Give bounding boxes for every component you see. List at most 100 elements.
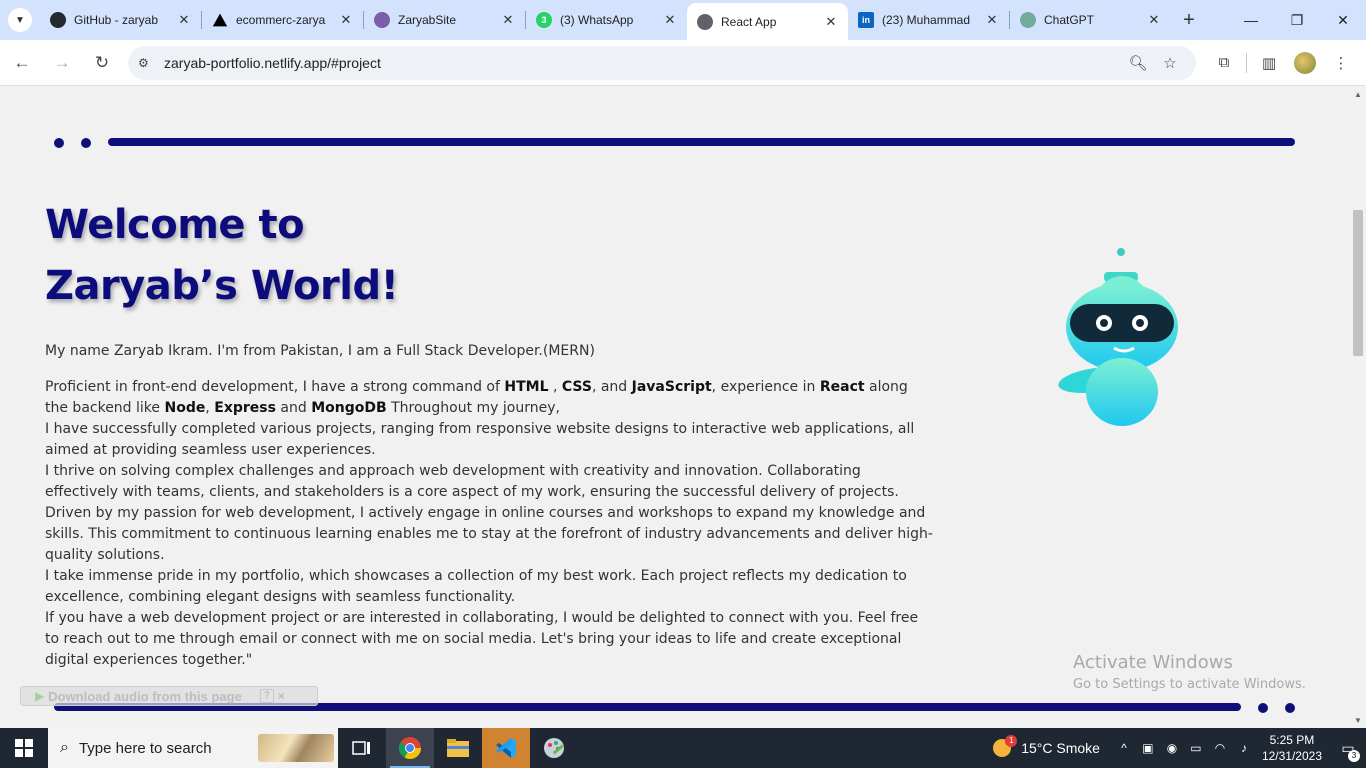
weather-widget[interactable]: 15°C Smoke [993,735,1100,757]
skill-html: HTML [504,379,549,395]
close-icon[interactable]: ✕ [983,11,1001,29]
netlify-icon [374,12,390,28]
notification-center-button[interactable]: ▭ 3 [1330,728,1366,768]
bio-text-segment: Proficient in front-end development, I h… [45,379,505,395]
paint-app-icon [544,738,564,758]
tab-github[interactable]: GitHub - zaryab ✕ [40,3,201,37]
tab-title: ecommerc-zarya [236,13,326,27]
search-icon: ⌕ [60,739,69,756]
site-info-icon[interactable]: ⚙ [138,56,160,70]
wifi-icon[interactable]: ◠ [1208,741,1232,755]
address-bar[interactable]: ⚙ zaryab-portfolio.netlify.app/#project … [128,45,1196,80]
bookmark-star-icon[interactable]: ☆ [1154,54,1186,72]
close-icon[interactable]: ✕ [1145,11,1163,29]
bio-text-segment: and [275,400,312,416]
notification-badge: 3 [1348,750,1360,762]
tab-title: ZaryabSite [398,13,457,27]
system-clock[interactable]: 5:25 PM 12/31/2023 [1262,732,1322,764]
window-controls: — ❐ ✕ [1228,0,1366,40]
taskbar-app-extra[interactable] [530,728,578,768]
download-audio-extension-bar[interactable]: ▶ Download audio from this page ? × [20,686,318,706]
zoom-icon[interactable]: 🔍︎ [1122,54,1154,72]
scroll-down-icon[interactable]: ▼ [1350,716,1366,725]
search-highlight-image [258,734,334,762]
close-icon[interactable]: ✕ [499,11,517,29]
bio-text: Proficient in front-end development, I h… [45,377,935,671]
back-button[interactable]: ← [4,45,40,81]
skill-mongodb: MongoDB [311,400,387,416]
bio-text-segment: , experience in [711,379,820,395]
skill-css: CSS [561,379,592,395]
task-view-button[interactable] [338,728,386,768]
side-panel-icon[interactable]: ▥ [1251,45,1287,81]
battery-icon[interactable]: ▭ [1184,741,1208,755]
meet-now-icon[interactable]: ▣ [1136,741,1160,755]
taskbar-search[interactable]: ⌕ Type here to search [48,728,338,768]
whatsapp-badge: 3 [541,15,547,25]
chevron-up-icon[interactable]: ^ [1112,741,1136,755]
tab-chatgpt[interactable]: ChatGPT ✕ [1010,3,1171,37]
tab-search-button[interactable]: ▼ [0,0,40,40]
tab-zaryabsite[interactable]: ZaryabSite ✕ [364,3,525,37]
weather-text[interactable]: 15°C Smoke [1021,740,1100,756]
url-text[interactable]: zaryab-portfolio.netlify.app/#project [164,55,1122,71]
bio-paragraph: I have successfully completed various pr… [45,421,915,458]
restore-button[interactable]: ❐ [1274,0,1320,40]
bio-text-segment: , and [591,379,632,395]
tab-strip: ▼ GitHub - zaryab ✕ ecommerc-zarya ✕ Zar… [0,0,1366,40]
close-icon[interactable]: × [278,689,285,703]
reload-button[interactable]: ↻ [84,45,120,81]
close-window-button[interactable]: ✕ [1320,0,1366,40]
windows-logo-icon [15,739,33,757]
tab-ecommerce[interactable]: ecommerc-zarya ✕ [202,3,363,37]
globe-icon [697,13,713,30]
system-tray: 15°C Smoke ^ ▣ ◉ ▭ ◠ ♪ 5:25 PM 12/31/202… [993,728,1366,768]
scrollbar-thumb[interactable] [1353,210,1363,356]
forward-button[interactable]: → [44,45,80,81]
minimize-button[interactable]: — [1228,0,1274,40]
volume-icon[interactable]: ♪ [1232,741,1256,755]
avatar [1294,51,1316,74]
close-icon[interactable]: ✕ [822,13,840,31]
github-icon [50,12,66,28]
skill-express: Express [214,400,276,416]
toolbar-divider [1246,52,1247,73]
extensions-icon[interactable]: ⧉ [1206,45,1242,81]
taskbar-chrome[interactable] [386,728,434,768]
start-button[interactable] [0,728,48,768]
profile-avatar[interactable] [1287,45,1323,81]
bio-paragraph: If you have a web development project or… [45,610,919,668]
tab-whatsapp[interactable]: 3 (3) WhatsApp ✕ [526,3,687,37]
play-icon: ▶ [35,689,45,703]
bio-paragraph: I thrive on solving complex challenges a… [45,463,899,500]
chatgpt-icon [1020,12,1036,28]
search-placeholder[interactable]: Type here to search [79,740,212,757]
whatsapp-icon: 3 [536,12,552,28]
title-line-2: Zaryab’s World! [45,263,399,309]
decor-dot [81,138,91,148]
clock-date: 12/31/2023 [1261,749,1322,763]
taskbar-vscode[interactable] [482,728,530,768]
robot-illustration [1058,248,1178,426]
close-icon[interactable]: ✕ [661,11,679,29]
chrome-icon [399,737,421,759]
scroll-up-icon[interactable]: ▲ [1350,90,1366,99]
tab-react-app[interactable]: React App ✕ [687,3,848,40]
bio-text-segment: Throughout my journey, [386,400,560,416]
menu-kebab-icon[interactable]: ⋮ [1323,45,1359,81]
tab-title: GitHub - zaryab [74,13,159,27]
tab-linkedin[interactable]: in (23) Muhammad ✕ [848,3,1009,37]
taskbar-file-explorer[interactable] [434,728,482,768]
decor-bar-top [108,138,1295,146]
tab-title: ChatGPT [1044,13,1095,27]
bio-paragraph: I take immense pride in my portfolio, wh… [45,568,907,605]
intro-text: My name Zaryab Ikram. I'm from Pakistan,… [45,343,595,359]
bio-paragraph: Driven by my passion for web development… [45,505,933,563]
close-icon[interactable]: ✕ [175,11,193,29]
new-tab-button[interactable]: + [1171,3,1207,37]
download-audio-label[interactable]: Download audio from this page [48,689,242,704]
help-icon[interactable]: ? [259,689,274,703]
camera-icon[interactable]: ◉ [1160,741,1184,755]
page-scrollbar[interactable]: ▲ ▼ [1350,87,1366,728]
close-icon[interactable]: ✕ [337,11,355,29]
